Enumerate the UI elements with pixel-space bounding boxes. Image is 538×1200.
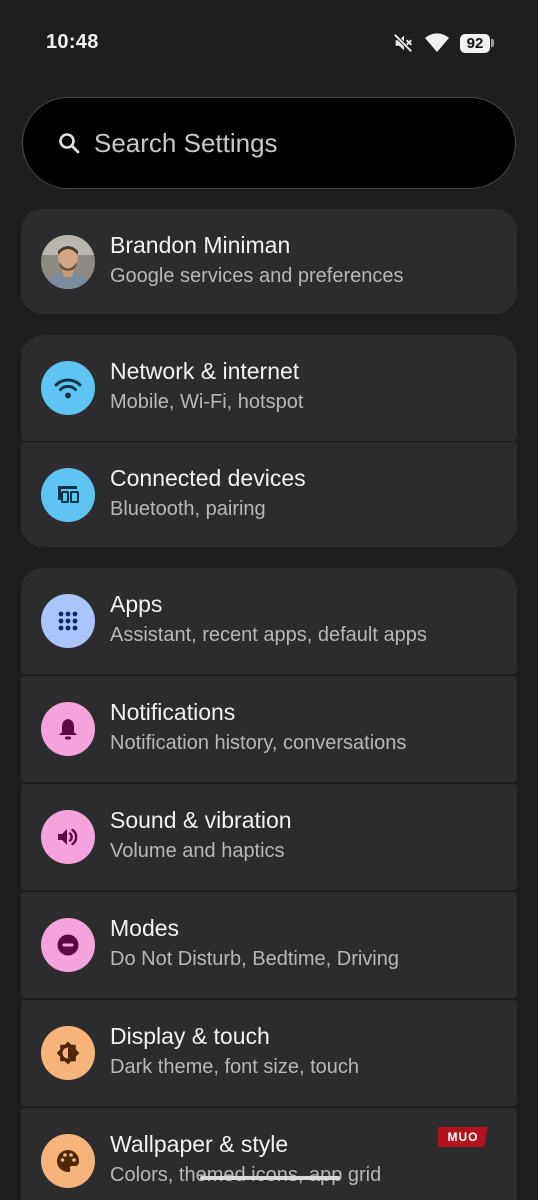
settings-group-connectivity: Network & internet Mobile, Wi-Fi, hotspo… — [21, 335, 517, 547]
settings-item-subtitle: Dark theme, font size, touch — [110, 1056, 360, 1078]
settings-item-title: Notifications — [110, 699, 236, 725]
settings-item-title: Connected devices — [110, 465, 306, 491]
wifi-icon — [41, 361, 95, 415]
settings-item-sound[interactable]: Sound & vibration Volume and haptics — [21, 784, 517, 890]
settings-item-title: Modes — [110, 915, 180, 941]
settings-item-subtitle: Notification history, conversations — [110, 732, 407, 754]
settings-item-title: Wallpaper & style — [110, 1131, 289, 1157]
settings-item-title: Display & touch — [110, 1023, 270, 1049]
battery-level: 92 — [460, 33, 490, 53]
do-not-disturb-icon — [41, 918, 95, 972]
settings-item-title: Network & internet — [110, 358, 300, 384]
palette-icon — [41, 1134, 95, 1188]
status-icons: 92 — [392, 30, 494, 56]
mute-icon — [393, 33, 413, 53]
settings-item-subtitle: Volume and haptics — [110, 840, 285, 862]
wifi-icon — [425, 33, 449, 52]
search-icon — [59, 133, 80, 154]
settings-item-subtitle: Do Not Disturb, Bedtime, Driving — [110, 948, 399, 970]
settings-item-wallpaper[interactable]: Wallpaper & style Colors, themed icons, … — [21, 1108, 517, 1200]
gesture-navigation-bar[interactable] — [200, 1176, 340, 1180]
avatar — [41, 235, 95, 289]
settings-item-display[interactable]: Display & touch Dark theme, font size, t… — [21, 1000, 517, 1106]
speaker-icon — [41, 810, 95, 864]
settings-item-modes[interactable]: Modes Do Not Disturb, Bedtime, Driving — [21, 892, 517, 998]
apps-grid-icon — [41, 594, 95, 648]
settings-item-title: Sound & vibration — [110, 807, 292, 833]
settings-item-connected-devices[interactable]: Connected devices Bluetooth, pairing — [21, 442, 517, 547]
devices-icon — [41, 468, 95, 522]
settings-item-subtitle: Mobile, Wi-Fi, hotspot — [110, 391, 304, 413]
search-placeholder: Search Settings — [94, 127, 278, 158]
settings-group-device: Apps Assistant, recent apps, default app… — [21, 568, 517, 1200]
account-card[interactable]: Brandon Miniman Google services and pref… — [21, 209, 517, 314]
settings-item-apps[interactable]: Apps Assistant, recent apps, default app… — [21, 568, 517, 674]
settings-item-notifications[interactable]: Notifications Notification history, conv… — [21, 676, 517, 782]
search-bar[interactable]: Search Settings — [22, 97, 516, 189]
settings-item-subtitle: Bluetooth, pairing — [110, 498, 266, 520]
account-subtitle: Google services and preferences — [110, 265, 404, 287]
status-bar: 10:48 92 — [0, 0, 538, 86]
settings-item-network[interactable]: Network & internet Mobile, Wi-Fi, hotspo… — [21, 335, 517, 441]
account-name: Brandon Miniman — [110, 232, 291, 258]
brightness-icon — [41, 1026, 95, 1080]
settings-item-title: Apps — [110, 591, 163, 617]
status-time: 10:48 — [46, 31, 99, 53]
bell-icon — [41, 702, 95, 756]
settings-item-subtitle: Assistant, recent apps, default apps — [110, 624, 427, 646]
battery-icon: 92 — [460, 33, 494, 53]
watermark-logo: MUO — [438, 1127, 488, 1147]
